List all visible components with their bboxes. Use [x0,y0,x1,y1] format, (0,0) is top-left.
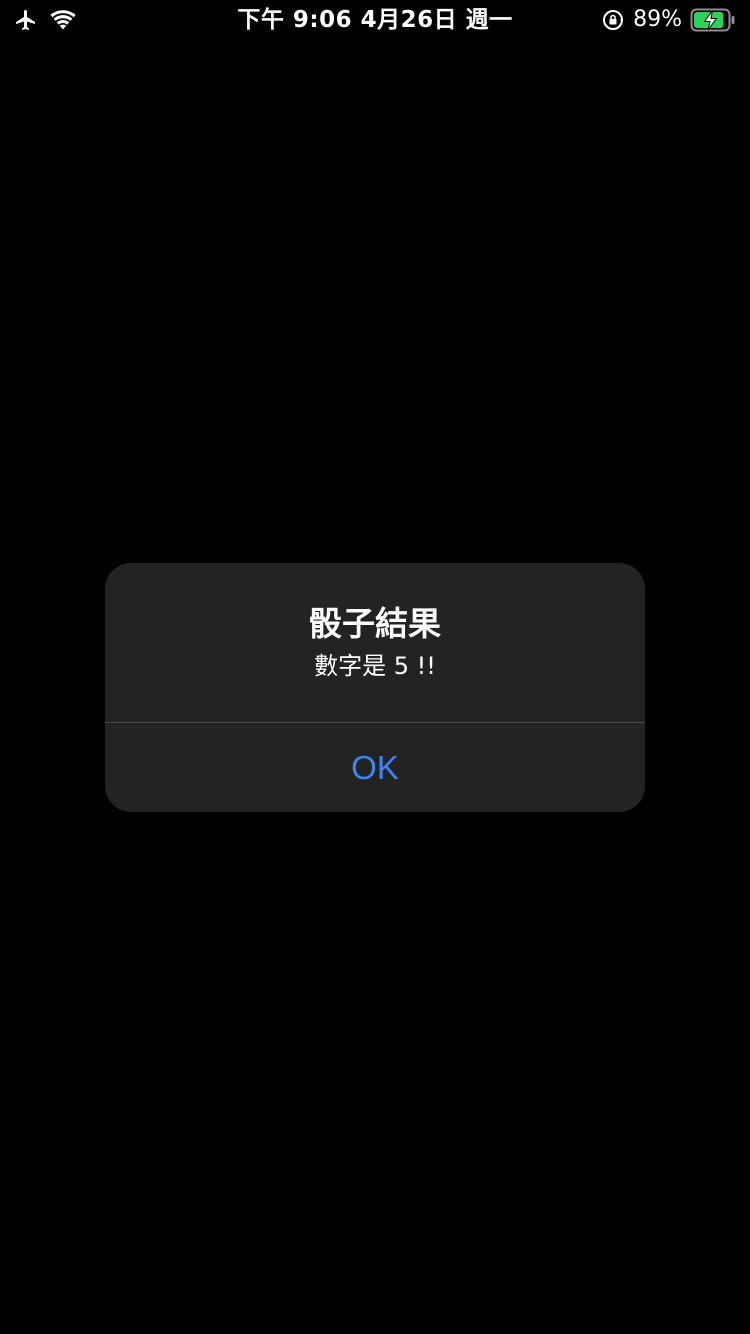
orientation-lock-icon [601,8,625,32]
alert-message: 數字是 5 !! [314,652,436,680]
battery-percent: 89% [633,7,682,32]
alert-title: 骰子結果 [309,604,441,643]
status-bar-right: 89% [601,6,736,34]
ok-button[interactable]: OK [105,723,645,812]
status-bar: 下午 9:06 4月26日 週一 89% [0,0,750,40]
battery-charging-icon [690,7,736,33]
